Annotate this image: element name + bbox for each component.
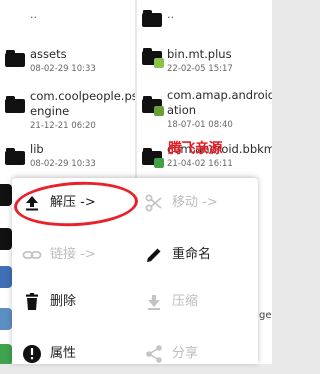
menu-item-compress[interactable]: 压缩 [134, 282, 252, 322]
menu-item-label: 移动 -> [172, 195, 218, 210]
menu-item-properties[interactable]: 属性 [12, 334, 130, 374]
app-icon [0, 308, 12, 330]
folder-date: 18-07-01 08:40 [167, 120, 233, 130]
folder-icon [142, 10, 162, 27]
file-list-item[interactable]: com.coolpeople.psych engine 21-12-21 06:… [0, 86, 135, 138]
folder-icon [5, 96, 25, 113]
android-badge-icon [154, 58, 164, 68]
menu-item-label: 属性 [50, 346, 77, 361]
folder-icon [5, 50, 25, 67]
folder-date: 21-04-02 16:11 [167, 159, 233, 169]
folder-date: 08-02-29 10:33 [30, 64, 96, 74]
link-icon [22, 251, 42, 259]
folder-icon [142, 48, 164, 68]
parent-directory-row[interactable]: .. [137, 0, 272, 28]
folder-name: bin.mt.plus [167, 47, 232, 61]
folder-date: 08-02-29 10:33 [30, 159, 96, 169]
folder-icon [142, 148, 164, 168]
parent-directory-row[interactable]: .. [0, 0, 135, 28]
info-icon [23, 345, 41, 363]
partial-file-name: gei [259, 310, 272, 321]
app-icon [0, 266, 12, 288]
folder-icon [0, 184, 12, 206]
scissors-icon [145, 194, 162, 212]
menu-item-share[interactable]: 分享 [134, 334, 252, 374]
folder-icon [142, 96, 164, 116]
folder-name: assets [30, 47, 67, 61]
file-list-item[interactable]: assets 08-02-29 10:33 [0, 36, 135, 82]
menu-item-move[interactable]: 移动 -> [134, 183, 252, 223]
context-menu: 解压 -> 移动 -> 链接 -> 重命名 删除 压缩 属性 分享 [12, 178, 258, 364]
file-list-item[interactable]: com.amap.android.loc ation 18-07-01 08:4… [137, 84, 272, 136]
menu-item-label: 链接 -> [50, 247, 96, 262]
menu-item-label: 删除 [50, 294, 77, 309]
file-list-item[interactable]: lib 08-02-29 10:33 [0, 140, 135, 178]
parent-directory-label: .. [30, 8, 37, 21]
file-list-item[interactable]: bin.mt.plus 22-02-05 15:17 [137, 40, 272, 82]
folder-date: 21-12-21 06:20 [30, 121, 96, 131]
android-badge-icon [154, 106, 164, 116]
folder-name: com.amap.android.loc ation [167, 88, 272, 117]
watermark-text: 腾飞亲源 [168, 141, 223, 157]
folder-date: 22-02-05 15:17 [167, 64, 233, 74]
menu-item-label: 分享 [172, 346, 199, 361]
menu-item-rename[interactable]: 重命名 [134, 235, 252, 275]
folder-icon [0, 228, 12, 250]
menu-item-label: 重命名 [172, 247, 212, 262]
menu-item-link[interactable]: 链接 -> [12, 235, 130, 275]
folder-icon [5, 148, 25, 165]
android-badge-icon [154, 158, 164, 168]
compress-download-icon [148, 295, 160, 310]
pencil-icon [147, 248, 161, 262]
app-icon [0, 344, 12, 364]
menu-item-label: 压缩 [172, 294, 199, 309]
folder-name: com.coolpeople.psych engine [30, 89, 135, 118]
parent-directory-label: .. [167, 8, 174, 21]
folder-name: lib [30, 142, 44, 156]
trash-icon [26, 293, 38, 310]
share-icon [146, 345, 162, 363]
menu-item-delete[interactable]: 删除 [12, 282, 130, 322]
